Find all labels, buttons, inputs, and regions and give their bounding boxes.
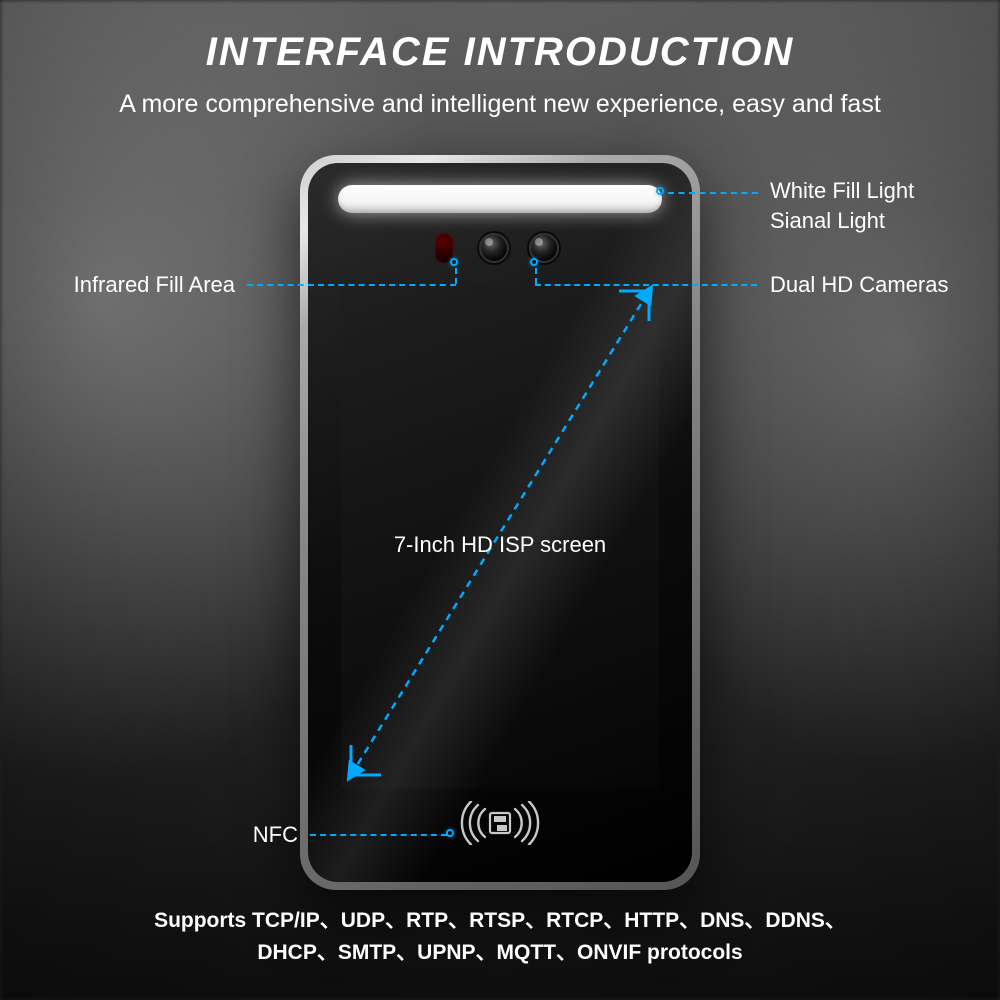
- callout-dot-nfc: [446, 829, 454, 837]
- callout-label-ir: Infrared Fill Area: [74, 270, 235, 300]
- callout-line-ir-h: [247, 284, 456, 286]
- callout-text: Sianal Light: [770, 206, 914, 236]
- page-title: INTERFACE INTRODUCTION: [0, 30, 1000, 75]
- callout-dot-fill-light: [656, 187, 664, 195]
- footer-line: Supports TCP/IP、UDP、RTP、RTSP、RTCP、HTTP、D…: [80, 905, 920, 937]
- footer-text: Supports TCP/IP、UDP、RTP、RTSP、RTCP、HTTP、D…: [0, 905, 1000, 968]
- device-bezel: [308, 163, 692, 882]
- page-subtitle: A more comprehensive and intelligent new…: [0, 90, 1000, 119]
- callout-label-cameras: Dual HD Cameras: [770, 270, 949, 300]
- fill-light-bar: [338, 185, 662, 213]
- callout-dot-ir: [450, 258, 458, 266]
- callout-label-screen: 7-Inch HD ISP screen: [340, 532, 660, 558]
- sensor-row: [308, 233, 692, 263]
- callout-line-camera-h: [535, 284, 757, 286]
- callout-line-fill-light: [668, 192, 758, 194]
- nfc-icon: [457, 801, 543, 850]
- callout-line-nfc: [310, 834, 447, 836]
- device-frame: [300, 155, 700, 890]
- footer-line: DHCP、SMTP、UPNP、MQTT、ONVIF protocols: [80, 937, 920, 969]
- callout-dot-camera: [530, 258, 538, 266]
- callout-label-fill-light: White Fill Light Sianal Light: [770, 176, 914, 235]
- callout-line-camera-v: [535, 268, 537, 284]
- callout-line-ir-v: [455, 268, 457, 284]
- callout-text: White Fill Light: [770, 176, 914, 206]
- camera-left: [479, 233, 509, 263]
- callout-label-nfc: NFC: [253, 820, 298, 850]
